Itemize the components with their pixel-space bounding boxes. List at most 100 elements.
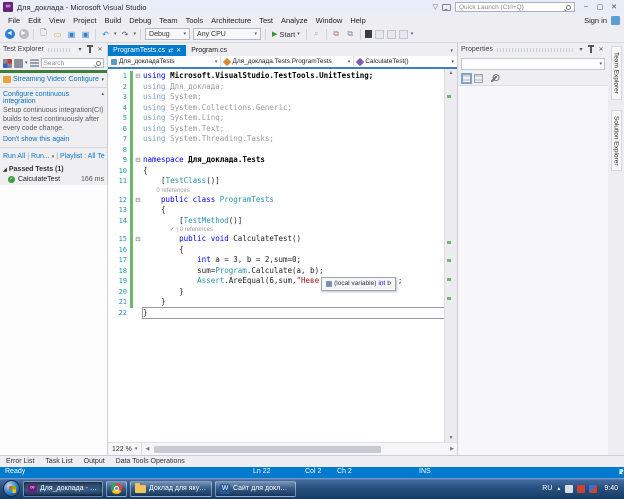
- open-file-icon[interactable]: ▭: [52, 28, 63, 41]
- run-tests-after-build-icon[interactable]: [3, 59, 12, 68]
- tab-program[interactable]: Program.cs: [186, 45, 232, 56]
- tab-list-dropdown[interactable]: ▾: [446, 48, 457, 56]
- menu-item-analyze[interactable]: Analyze: [277, 16, 312, 25]
- run-menu-link[interactable]: Run...: [31, 153, 50, 160]
- taskbar-folder[interactable]: Доклад для якуша: [130, 481, 212, 497]
- tray-icon[interactable]: [577, 485, 585, 493]
- pin-icon[interactable]: [590, 47, 592, 53]
- menu-item-window[interactable]: Window: [312, 16, 347, 25]
- promote-tab-icon[interactable]: ⇄: [168, 47, 173, 54]
- banner-dropdown[interactable]: ▾: [101, 77, 104, 83]
- taskbar-chrome[interactable]: [106, 481, 127, 497]
- start-debug-button[interactable]: ▶ Start ▾: [270, 30, 302, 39]
- code-line[interactable]: 6using System.Text;: [108, 124, 444, 135]
- bottom-tab-task-list[interactable]: Task List: [45, 458, 72, 465]
- redo-dropdown[interactable]: ▾: [134, 31, 137, 37]
- scrollbar-thumb[interactable]: [154, 446, 381, 453]
- passed-tests-group[interactable]: ◢ Passed Tests (1): [0, 163, 107, 174]
- codelens-row[interactable]: 0 references: [108, 187, 444, 195]
- taskbar-visual-studio[interactable]: ∞ Для_доклада - Mic...: [23, 481, 103, 497]
- menu-item-project[interactable]: Project: [69, 16, 100, 25]
- group-by-dropdown[interactable]: ▾: [25, 60, 28, 66]
- vertical-scrollbar[interactable]: ▲ ▼: [444, 69, 457, 442]
- panel-menu-icon[interactable]: ▾: [577, 46, 585, 53]
- new-project-icon[interactable]: 🗋: [38, 28, 49, 41]
- menu-item-test[interactable]: Test: [255, 16, 277, 25]
- property-pages-icon[interactable]: [490, 75, 497, 82]
- banner-link[interactable]: Streaming Video: Configure co: [13, 76, 99, 83]
- code-line[interactable]: 5using System.Linq;: [108, 113, 444, 124]
- navigate-back-button[interactable]: ◄: [4, 28, 15, 41]
- playlist-icon[interactable]: [30, 59, 39, 68]
- code-line[interactable]: 14[TestMethod()]: [108, 216, 444, 227]
- code-line[interactable]: 16{: [108, 245, 444, 256]
- close-tab-icon[interactable]: ✕: [176, 47, 181, 54]
- language-indicator[interactable]: RU: [542, 485, 552, 492]
- code-line[interactable]: 13{: [108, 205, 444, 216]
- toolbar-overflow-dropdown[interactable]: ▾: [411, 31, 414, 37]
- properties-header[interactable]: Properties ▾ ✕: [458, 43, 608, 56]
- test-explorer-header[interactable]: Test Explorer ▾ ✕: [0, 43, 107, 56]
- test-result-row[interactable]: ✓ CalculateTest 166 ms: [0, 174, 107, 185]
- code-line[interactable]: 12⊟public class ProgramTests: [108, 195, 444, 206]
- code-line[interactable]: 18sum=Program.Calculate(a, b);: [108, 266, 444, 277]
- configuration-dropdown[interactable]: Debug▾: [145, 28, 190, 40]
- code-line[interactable]: 9⊟namespace Для_доклада.Tests: [108, 155, 444, 166]
- class-dropdown[interactable]: Для_доклада.Tests.ProgramTests ▾: [221, 56, 354, 67]
- save-all-icon[interactable]: ▣: [80, 28, 91, 41]
- scroll-right-icon[interactable]: ▶: [447, 443, 457, 455]
- categorized-icon[interactable]: [462, 74, 471, 83]
- menu-item-architecture[interactable]: Architecture: [207, 16, 255, 25]
- tray-icon[interactable]: [565, 485, 573, 493]
- bookmark-flag-icon[interactable]: [365, 30, 372, 38]
- menu-item-help[interactable]: Help: [346, 16, 369, 25]
- close-icon[interactable]: ✕: [96, 46, 104, 53]
- save-icon[interactable]: ▣: [66, 28, 77, 41]
- bottom-tab-data-tools-operations[interactable]: Data Tools Operations: [116, 458, 185, 465]
- build-all-icon[interactable]: ⧉: [345, 28, 356, 41]
- navigate-forward-button[interactable]: ►: [18, 28, 29, 41]
- clock[interactable]: 9:40: [601, 485, 621, 492]
- find-icon[interactable]: ⌕: [311, 28, 322, 41]
- menu-item-team[interactable]: Team: [155, 16, 181, 25]
- redo-icon[interactable]: ↷: [120, 28, 131, 41]
- minimize-button[interactable]: –: [579, 3, 593, 11]
- notification-badge-icon[interactable]: [611, 16, 620, 25]
- show-hidden-icons[interactable]: ▲: [556, 486, 561, 492]
- close-icon[interactable]: ✕: [597, 46, 605, 53]
- panel-menu-icon[interactable]: ▾: [76, 46, 84, 53]
- code-line[interactable]: 3using System;: [108, 92, 444, 103]
- build-icon[interactable]: ⧉: [331, 28, 342, 41]
- horizontal-scrollbar[interactable]: ◀ ▶: [142, 443, 457, 455]
- uncomment-icon[interactable]: [387, 30, 396, 39]
- expander-icon[interactable]: ◢: [3, 167, 7, 173]
- codelens-row[interactable]: ✓ | 0 references: [108, 226, 444, 234]
- taskbar-word-document[interactable]: W Сайт для доклада п...: [215, 481, 296, 497]
- undo-dropdown[interactable]: ▾: [114, 31, 117, 37]
- fold-toggle[interactable]: ⊟: [133, 71, 143, 82]
- code-line[interactable]: 21}: [108, 297, 444, 308]
- menu-item-tools[interactable]: Tools: [182, 16, 208, 25]
- undo-icon[interactable]: ↶: [100, 28, 111, 41]
- alphabetical-icon[interactable]: [474, 74, 483, 83]
- menu-item-edit[interactable]: Edit: [24, 16, 45, 25]
- run-all-link[interactable]: Run All: [3, 153, 25, 160]
- fold-toggle[interactable]: ⊟: [133, 195, 143, 206]
- scroll-down-icon[interactable]: ▼: [445, 435, 457, 441]
- collapse-icon[interactable]: ▴: [101, 91, 104, 105]
- close-button[interactable]: ✕: [607, 3, 621, 11]
- menu-item-build[interactable]: Build: [101, 16, 126, 25]
- code-line[interactable]: 7using System.Threading.Tasks;: [108, 134, 444, 145]
- side-tab-team-explorer[interactable]: Team Explorer: [611, 46, 622, 100]
- group-by-icon[interactable]: [14, 59, 23, 68]
- code-line[interactable]: 4using System.Collections.Generic;: [108, 103, 444, 114]
- menu-item-view[interactable]: View: [45, 16, 69, 25]
- member-dropdown[interactable]: CalculateTest() ▾: [354, 56, 457, 67]
- playlist-link[interactable]: Playlist : All Te: [60, 153, 105, 160]
- code-line[interactable]: 8: [108, 145, 444, 156]
- feedback-icon[interactable]: [442, 4, 451, 11]
- menu-item-file[interactable]: File: [4, 16, 24, 25]
- scroll-left-icon[interactable]: ◀: [142, 443, 152, 455]
- start-button[interactable]: [3, 480, 20, 497]
- filter-icon[interactable]: ▽: [433, 3, 438, 11]
